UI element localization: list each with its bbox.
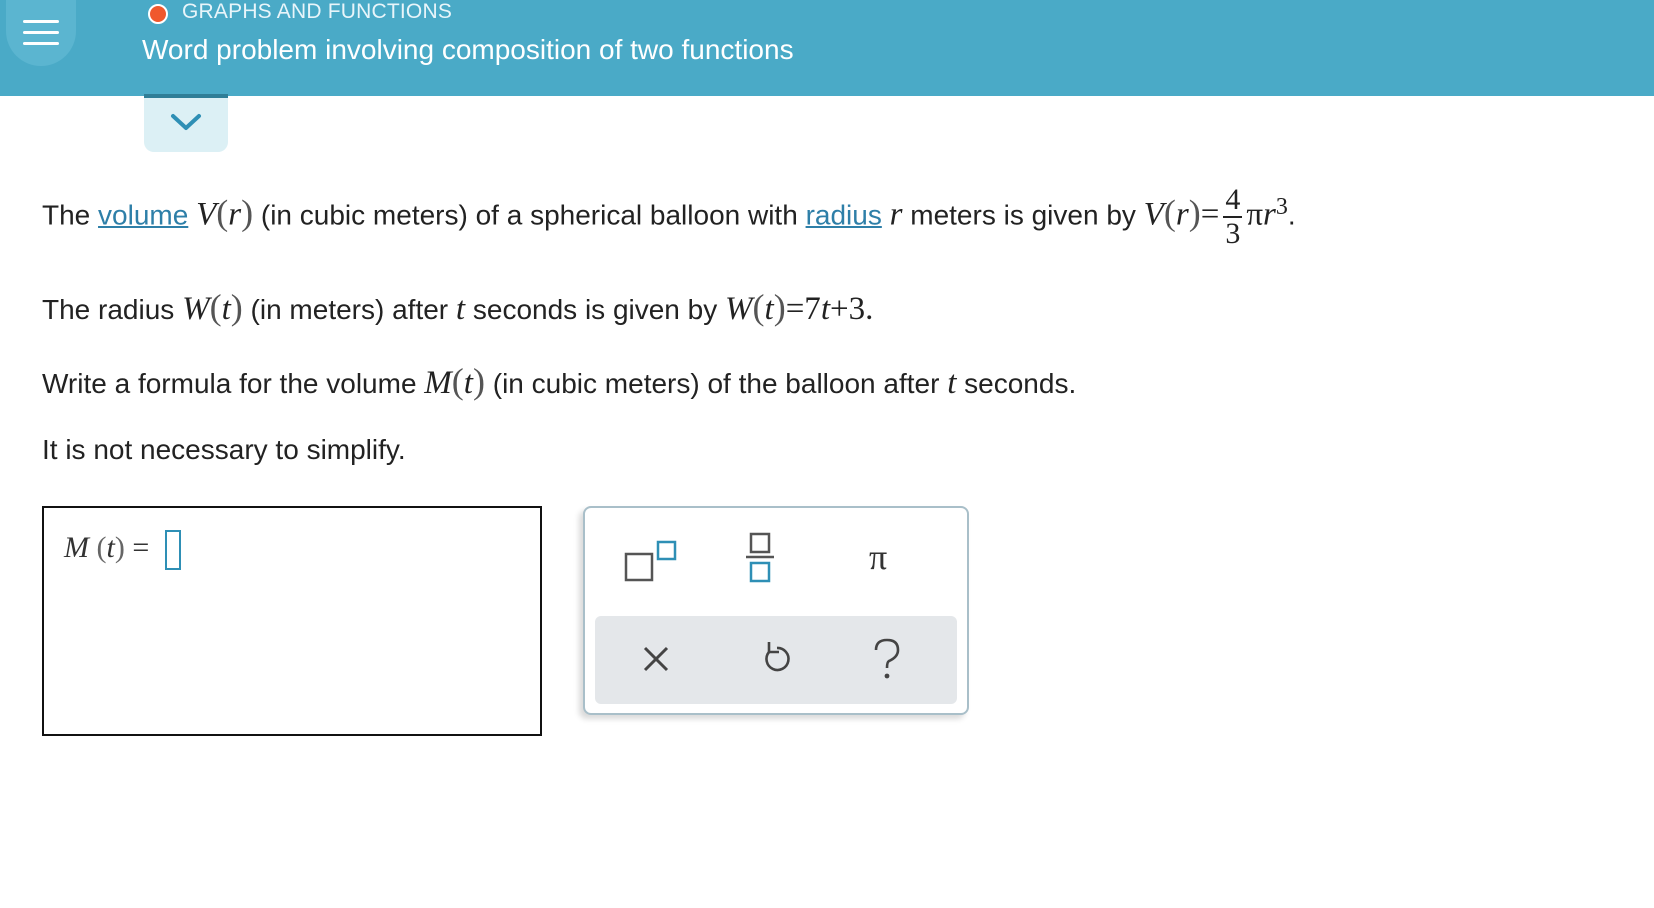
radius-link[interactable]: radius xyxy=(806,199,882,230)
superscript-button[interactable] xyxy=(621,532,711,592)
period: . xyxy=(1287,199,1296,231)
pi-symbol: π xyxy=(1246,196,1263,233)
r-variable: r xyxy=(1262,196,1276,233)
fraction-icon xyxy=(746,532,774,583)
w-arg: t xyxy=(764,291,774,327)
exponent: 3 xyxy=(1275,194,1288,221)
menu-bar-icon xyxy=(23,42,59,45)
m-arg: t xyxy=(463,365,473,401)
problem-line-4: It is not necessary to simplify. xyxy=(42,434,406,465)
problem-line-3: Write a formula for the volume M(t) (in … xyxy=(42,361,1077,401)
answer-expression: M (t) = xyxy=(64,530,181,570)
undo-icon xyxy=(765,642,790,672)
v-function-name: V xyxy=(1143,196,1164,233)
v-arg: r xyxy=(228,196,242,233)
four-thirds-fraction: 43 xyxy=(1223,183,1243,250)
pi-icon: π xyxy=(869,537,888,577)
menu-bar-icon xyxy=(23,31,59,34)
text: meters is given by xyxy=(910,199,1136,231)
text: (in cubic meters) of the balloon after xyxy=(492,368,940,399)
answer-input-slot[interactable] xyxy=(164,530,181,570)
text: seconds. xyxy=(964,368,1077,399)
topic-label: GRAPHS AND FUNCTIONS xyxy=(182,0,453,23)
page-title: Word problem involving composition of tw… xyxy=(142,34,794,65)
m-function-name: M xyxy=(64,530,89,564)
help-button[interactable] xyxy=(870,632,960,692)
menu-bar-icon xyxy=(23,20,59,23)
help-icon xyxy=(874,638,900,679)
t-variable: t xyxy=(947,365,957,401)
w-function-name: W xyxy=(725,291,753,327)
t-variable: t xyxy=(455,291,466,327)
m-arg: t xyxy=(106,530,115,564)
fraction-numerator: 4 xyxy=(1223,183,1243,218)
top-header: GRAPHS AND FUNCTIONS Word problem involv… xyxy=(0,0,1654,96)
text: (in meters) after xyxy=(250,294,449,325)
t-variable: t xyxy=(820,291,830,327)
r-variable: r xyxy=(889,196,903,233)
m-function-name: M xyxy=(424,365,452,401)
answer-input-box[interactable]: M (t) = xyxy=(42,506,542,736)
problem-line-2: The radius W(t) (in meters) after t seco… xyxy=(42,287,874,327)
w-arg: t xyxy=(221,291,231,327)
text: The radius xyxy=(42,294,175,325)
topic-status-dot xyxy=(148,4,168,24)
clear-button[interactable] xyxy=(635,632,725,692)
volume-link[interactable]: volume xyxy=(98,199,188,230)
superscript-icon xyxy=(624,540,677,582)
w-function-name: W xyxy=(182,291,210,327)
text: Write a formula for the volume xyxy=(42,368,417,399)
text: The xyxy=(42,199,91,231)
w-rhs: +3. xyxy=(829,291,874,327)
clear-icon xyxy=(643,646,669,672)
equals-sign: = xyxy=(1200,196,1220,233)
text: (in cubic meters) of a spherical balloon… xyxy=(260,199,798,231)
chevron-down-icon xyxy=(171,114,201,130)
pi-button[interactable]: π xyxy=(847,532,937,592)
equals-sign: = xyxy=(132,530,150,564)
v-arg: r xyxy=(1175,196,1189,233)
math-keypad: π xyxy=(583,506,969,715)
hamburger-menu-button[interactable] xyxy=(6,0,76,66)
w-rhs: =7 xyxy=(785,291,821,327)
fraction-button[interactable] xyxy=(732,532,822,592)
undo-button[interactable] xyxy=(755,632,845,692)
collapse-tab-button[interactable] xyxy=(144,94,228,152)
fraction-denominator: 3 xyxy=(1225,217,1241,250)
problem-line-1: The volume V(r) (in cubic meters) of a s… xyxy=(42,183,1296,250)
text: seconds is given by xyxy=(472,294,718,325)
v-function-name: V xyxy=(196,196,217,233)
